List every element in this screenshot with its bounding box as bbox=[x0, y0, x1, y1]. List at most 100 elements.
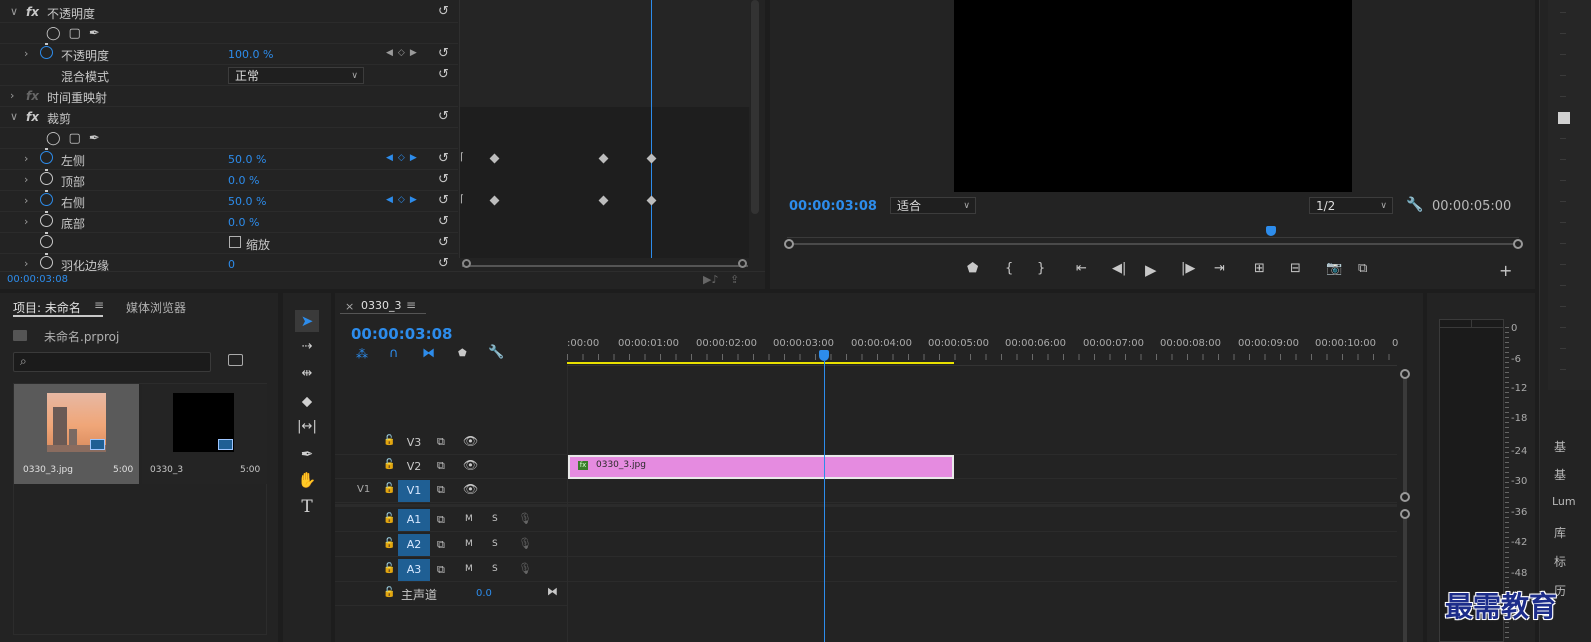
side-tab[interactable]: 基 bbox=[1542, 466, 1591, 495]
blend-mode-dropdown[interactable]: 正常 ∨ bbox=[228, 67, 364, 84]
param-value[interactable]: 50.0 % bbox=[228, 153, 266, 166]
reset-icon[interactable]: ↺ bbox=[438, 109, 449, 124]
lift-icon[interactable]: ⊞ bbox=[1254, 261, 1265, 276]
chevron-right-icon[interactable]: › bbox=[24, 47, 28, 60]
timeline-clip[interactable]: fx 0330_3.jpg bbox=[568, 455, 954, 479]
snap-icon[interactable]: ∩ bbox=[389, 346, 399, 361]
hourglass-icon[interactable]: ⧓ bbox=[547, 585, 558, 598]
eye-icon[interactable]: 👁 bbox=[463, 434, 478, 448]
lane-a3[interactable] bbox=[567, 558, 1397, 582]
solo-button[interactable]: S bbox=[492, 539, 498, 549]
fx-badge-icon[interactable]: fx bbox=[26, 110, 39, 124]
project-search-input[interactable]: ⌕ bbox=[13, 352, 211, 372]
scroll-handle-icon[interactable] bbox=[1400, 492, 1410, 502]
add-marker-icon[interactable]: ⬟ bbox=[458, 348, 467, 359]
keyframe-icon[interactable] bbox=[646, 195, 657, 206]
razor-tool-icon[interactable]: ⬥ bbox=[295, 390, 319, 412]
add-marker-icon[interactable]: ⬟ bbox=[967, 261, 978, 276]
reset-icon[interactable]: ↺ bbox=[438, 172, 449, 187]
chevron-right-icon[interactable]: › bbox=[10, 89, 14, 102]
source-patch-label[interactable]: V1 bbox=[357, 484, 370, 495]
mask-tool-icons[interactable]: ◯▢✒ bbox=[46, 131, 108, 146]
program-scrub-bar[interactable] bbox=[787, 243, 1519, 245]
lane-v3[interactable] bbox=[567, 431, 1397, 455]
keyframe-icon[interactable] bbox=[489, 153, 500, 164]
reset-icon[interactable]: ↺ bbox=[438, 235, 449, 250]
mark-out-icon[interactable]: } bbox=[1037, 261, 1045, 276]
timeline-playhead-line[interactable] bbox=[824, 361, 825, 642]
lane-v1[interactable] bbox=[567, 479, 1397, 503]
solo-button[interactable]: S bbox=[492, 514, 498, 524]
param-value[interactable]: 0 bbox=[228, 258, 235, 271]
scrub-handle-icon[interactable] bbox=[1513, 239, 1523, 249]
master-volume-value[interactable]: 0.0 bbox=[476, 588, 492, 599]
zoom-checkbox[interactable] bbox=[229, 236, 241, 248]
side-tab[interactable]: Lum bbox=[1542, 495, 1591, 524]
video-audio-divider[interactable] bbox=[335, 504, 1397, 507]
slip-tool-icon[interactable]: |↔| bbox=[295, 416, 319, 438]
scroll-handle-icon[interactable] bbox=[1400, 369, 1410, 379]
ripple-edit-tool-icon[interactable]: ⇹ bbox=[295, 363, 319, 385]
reset-icon[interactable]: ↺ bbox=[438, 214, 449, 229]
scrub-handle-icon[interactable] bbox=[784, 239, 794, 249]
reset-icon[interactable]: ↺ bbox=[438, 193, 449, 208]
fx-row-opacity-header[interactable]: ∨ fx 不透明度 ↺ bbox=[0, 2, 458, 23]
solo-button[interactable]: S bbox=[492, 564, 498, 574]
selection-tool-icon[interactable]: ➤ bbox=[295, 310, 319, 332]
chevron-down-icon[interactable]: ∨ bbox=[10, 110, 18, 123]
keyframe-icon[interactable] bbox=[598, 153, 609, 164]
panel-menu-icon[interactable]: ≡ bbox=[406, 298, 416, 312]
stopwatch-icon[interactable] bbox=[40, 253, 53, 269]
reset-icon[interactable]: ↺ bbox=[438, 67, 449, 82]
lane-a1[interactable] bbox=[567, 508, 1397, 532]
zoom-handle-icon[interactable] bbox=[462, 259, 471, 268]
track-label[interactable]: V1 bbox=[398, 480, 430, 502]
sync-lock-icon[interactable]: ⧉ bbox=[437, 483, 445, 497]
sync-lock-icon[interactable]: ⧉ bbox=[437, 513, 445, 527]
keyframe-icon[interactable] bbox=[646, 153, 657, 164]
keyframe-nav-icons[interactable]: ◀◇▶ bbox=[386, 195, 422, 205]
chevron-right-icon[interactable]: › bbox=[24, 215, 28, 228]
wrench-icon[interactable]: 🔧 bbox=[1406, 197, 1423, 213]
comparison-view-icon[interactable]: ⧉ bbox=[1358, 261, 1367, 276]
lock-icon[interactable]: 🔓 bbox=[383, 563, 395, 574]
play-audio-icon[interactable]: ▶♪ bbox=[703, 273, 718, 286]
microphone-icon[interactable]: 🎙 bbox=[518, 562, 532, 575]
reset-icon[interactable]: ↺ bbox=[438, 151, 449, 166]
stopwatch-icon[interactable] bbox=[40, 169, 53, 185]
step-back-icon[interactable]: ◀| bbox=[1112, 261, 1126, 276]
scroll-handle-icon[interactable] bbox=[1400, 509, 1410, 519]
go-to-out-icon[interactable]: ⇥ bbox=[1214, 261, 1225, 276]
nest-icon[interactable]: ⁂ bbox=[356, 347, 368, 361]
program-timecode[interactable]: 00:00:03:08 bbox=[789, 199, 877, 214]
panel-menu-icon[interactable]: ≡ bbox=[94, 298, 104, 312]
effect-keyframe-timeline[interactable]: ⌈ ⌈ bbox=[459, 0, 750, 258]
wrench-icon[interactable]: 🔧 bbox=[488, 345, 504, 360]
chevron-right-icon[interactable]: › bbox=[24, 152, 28, 165]
timeline-timecode[interactable]: 00:00:03:08 bbox=[351, 325, 453, 343]
microphone-icon[interactable]: 🎙 bbox=[518, 537, 532, 550]
microphone-icon[interactable]: 🎙 bbox=[518, 512, 532, 525]
program-video-frame[interactable] bbox=[954, 0, 1352, 192]
fx-zoom-scrollbar[interactable] bbox=[462, 259, 748, 268]
sync-lock-icon[interactable]: ⧉ bbox=[437, 435, 445, 449]
play-icon[interactable]: ▶ bbox=[1145, 261, 1157, 279]
project-item-image[interactable]: 0330_3.jpg 5:00 bbox=[14, 384, 139, 484]
camera-icon[interactable]: 📷 bbox=[1326, 261, 1342, 276]
eye-icon[interactable]: 👁 bbox=[463, 458, 478, 472]
mask-tool-icons[interactable]: ◯▢✒ bbox=[46, 26, 108, 41]
zoom-handle-icon[interactable] bbox=[738, 259, 747, 268]
type-tool-icon[interactable]: T bbox=[295, 496, 319, 518]
keyframe-icon[interactable] bbox=[489, 195, 500, 206]
param-value[interactable]: 100.0 % bbox=[228, 48, 273, 61]
work-area-bar[interactable] bbox=[567, 362, 954, 364]
fx-row-crop-header[interactable]: ∨ fx 裁剪 ↺ bbox=[0, 107, 458, 128]
stopwatch-icon[interactable] bbox=[40, 43, 53, 59]
fx-playhead[interactable] bbox=[651, 0, 652, 258]
chevron-right-icon[interactable]: › bbox=[24, 257, 28, 270]
keyframe-nav-icons[interactable]: ◀◇▶ bbox=[386, 48, 422, 58]
fx-scrollbar[interactable] bbox=[751, 0, 759, 214]
track-label[interactable]: V2 bbox=[398, 456, 430, 478]
param-value[interactable]: 0.0 % bbox=[228, 216, 259, 229]
side-tab[interactable]: 标 bbox=[1542, 553, 1591, 582]
